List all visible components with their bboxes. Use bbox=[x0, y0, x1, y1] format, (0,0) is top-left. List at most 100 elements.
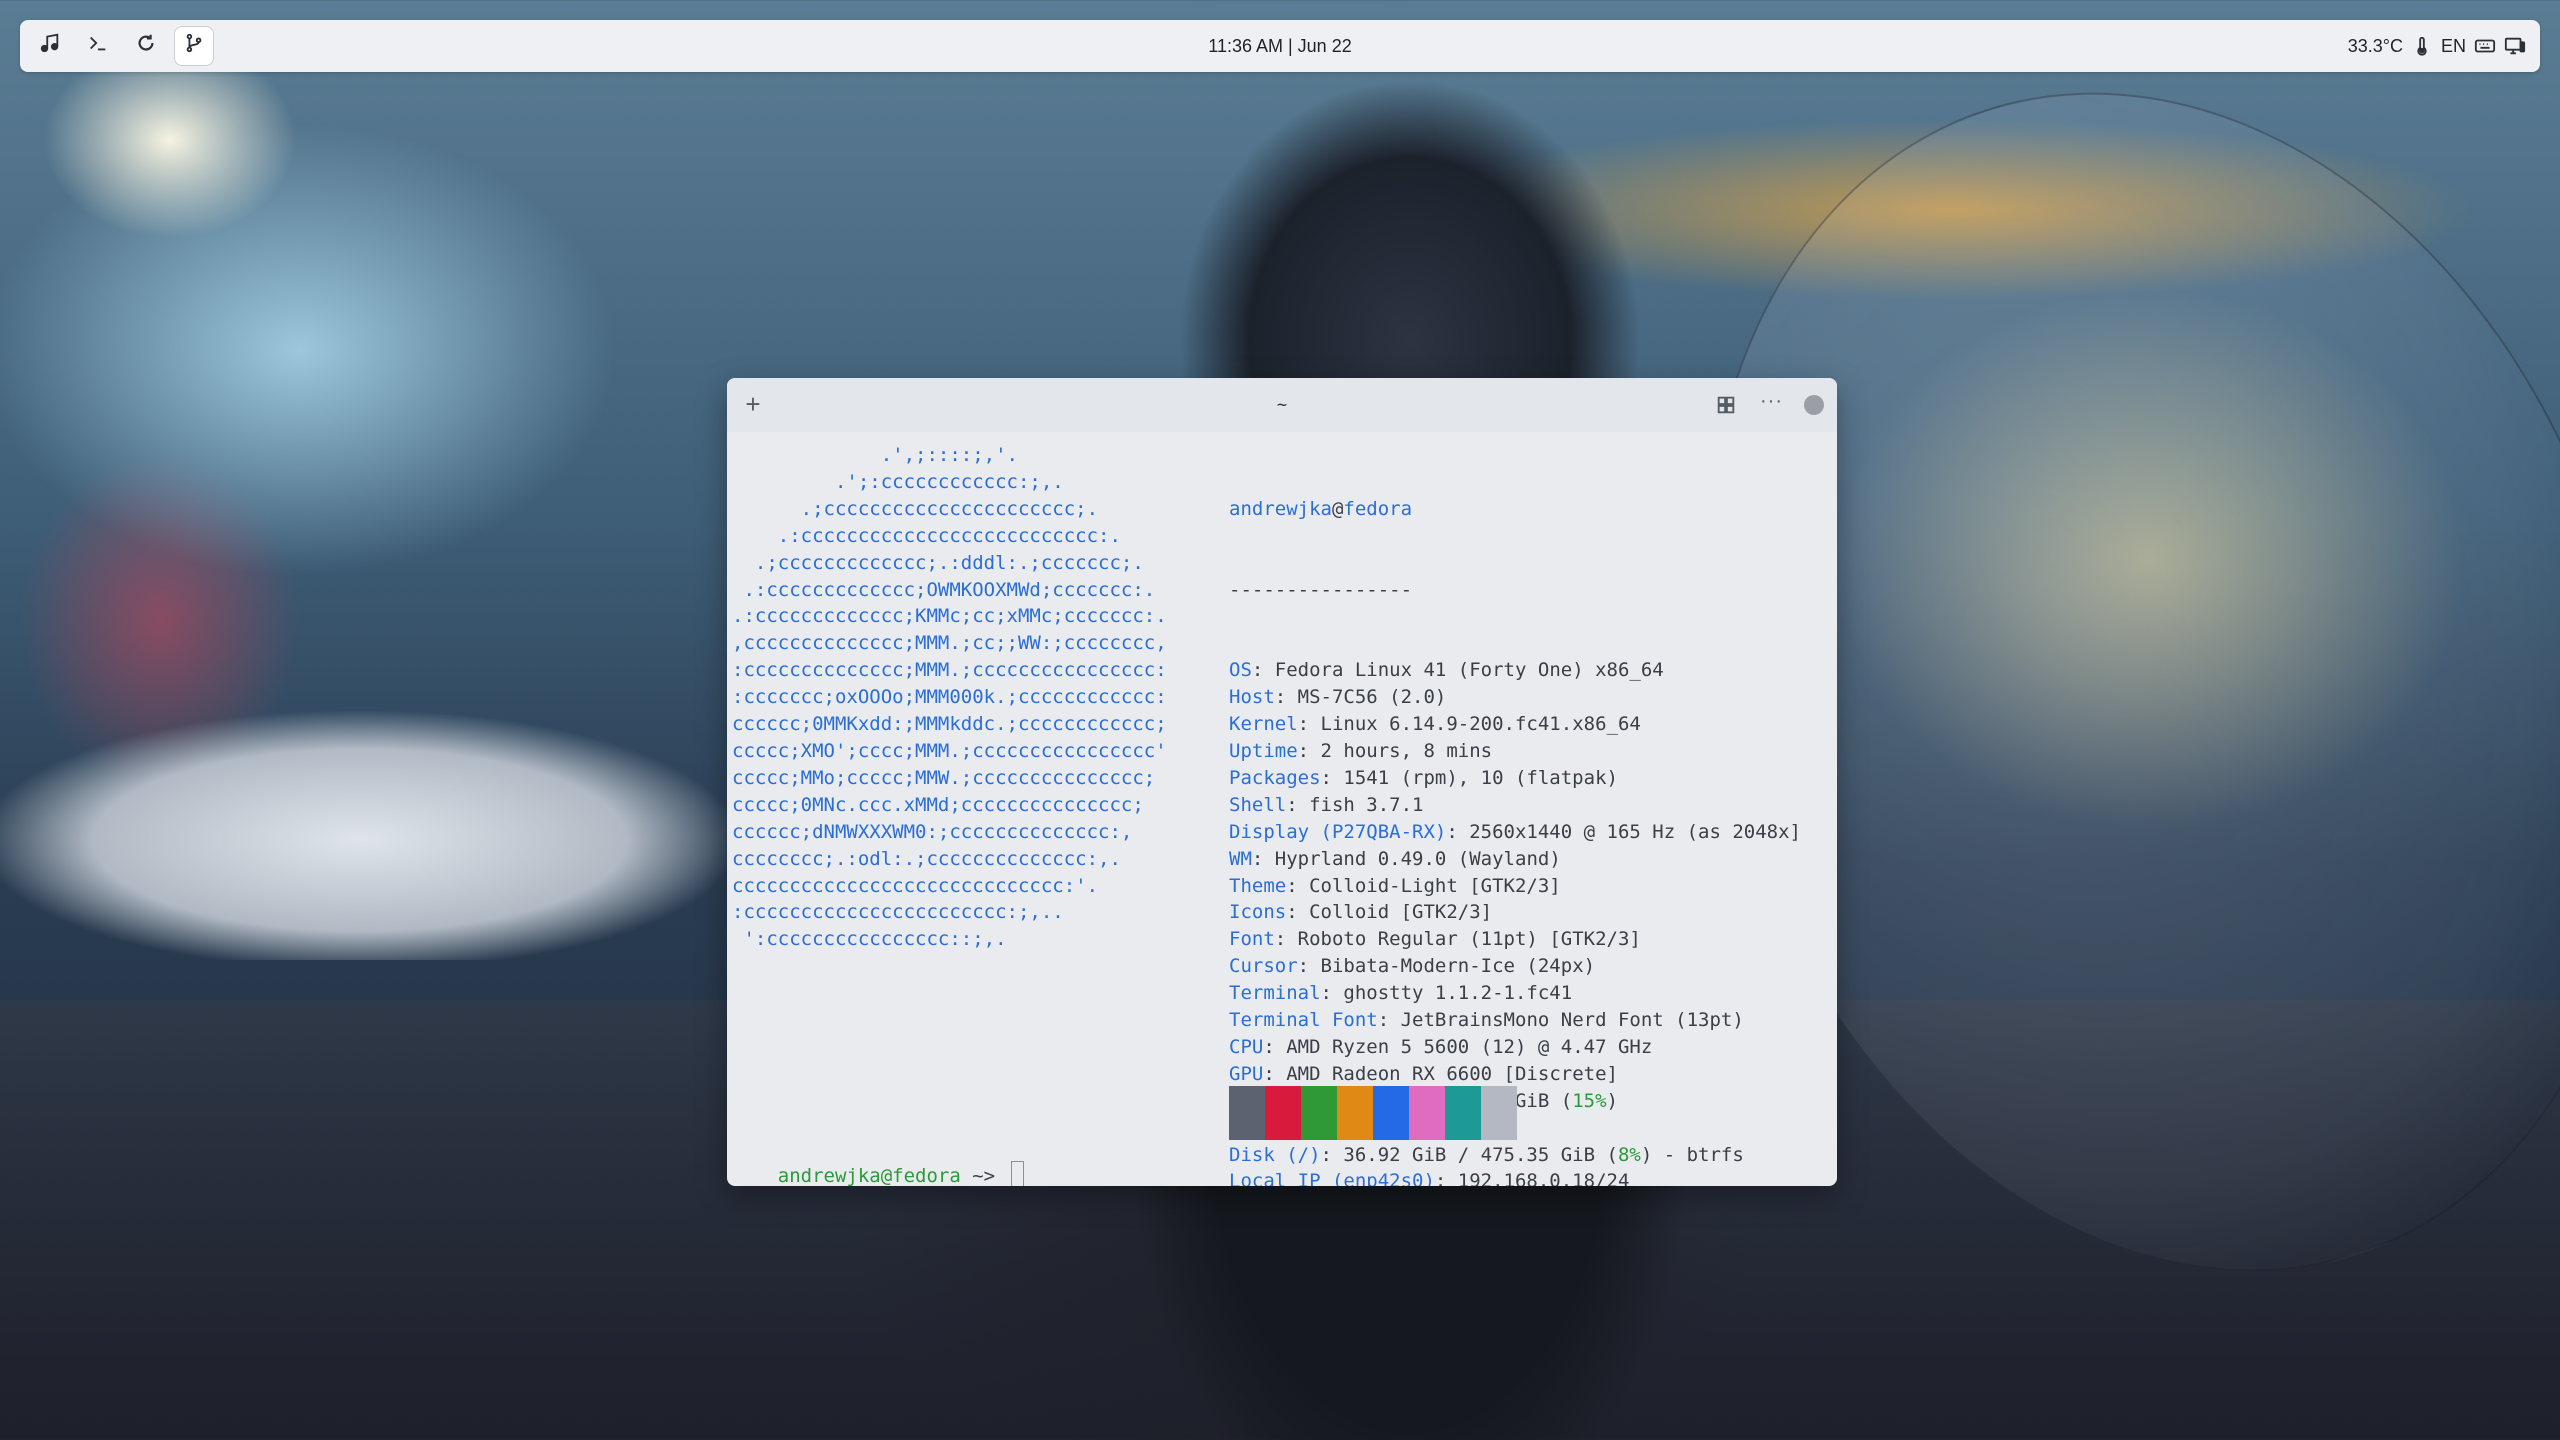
info-row: Packages: 1541 (rpm), 10 (flatpak) bbox=[1229, 765, 1801, 792]
text-cursor bbox=[1010, 1160, 1024, 1186]
refresh-button[interactable] bbox=[126, 26, 166, 66]
top-bar-left bbox=[30, 26, 214, 66]
logo-line: .:ccccccccccccc;OWMKOOXMWd;ccccccc:. bbox=[732, 578, 1156, 601]
info-key: Font bbox=[1229, 928, 1275, 951]
info-key: Terminal bbox=[1229, 982, 1321, 1005]
info-tail: ) - btrfs bbox=[1640, 1143, 1744, 1166]
info-value: Fedora Linux 41 (Forty One) x86_64 bbox=[1274, 659, 1664, 682]
menu-button[interactable]: ··· bbox=[1760, 390, 1783, 413]
info-key: GPU bbox=[1229, 1062, 1264, 1085]
logo-line: ccccc;MMo;ccccc;MMW.;ccccccccccccccc; bbox=[732, 766, 1156, 789]
info-row: Icons: Colloid [GTK2/3] bbox=[1229, 899, 1801, 926]
at-sign: @ bbox=[1331, 497, 1344, 520]
info-row: Uptime: 2 hours, 8 mins bbox=[1229, 738, 1801, 765]
info-value: Colloid-Light [GTK2/3] bbox=[1309, 874, 1561, 897]
info-colon: : bbox=[1274, 686, 1298, 709]
info-row: OS: Fedora Linux 41 (Forty One) x86_64 bbox=[1229, 657, 1801, 684]
display-icon[interactable] bbox=[2504, 35, 2526, 57]
info-row: WM: Hyprland 0.49.0 (Wayland) bbox=[1229, 846, 1801, 873]
info-colon: : bbox=[1320, 1143, 1344, 1166]
logo-line: ccccc;0MNc.ccc.xMMd;ccccccccccccccc; bbox=[732, 793, 1144, 816]
logo-line: .;cccccccccccccccccccccc;. bbox=[732, 497, 1099, 520]
info-row: GPU: AMD Radeon RX 6600 [Discrete] bbox=[1229, 1061, 1801, 1088]
tab-overview-button[interactable] bbox=[1715, 394, 1737, 416]
info-value: AMD Ryzen 5 5600 (12) @ 4.47 GHz bbox=[1286, 1035, 1653, 1058]
palette-swatch bbox=[1265, 1086, 1301, 1140]
info-row: Cursor: Bibata-Modern-Ice (24px) bbox=[1229, 953, 1801, 980]
info-key: Host bbox=[1229, 686, 1275, 709]
info-colon: : bbox=[1263, 1062, 1287, 1085]
grid-icon bbox=[1717, 396, 1735, 414]
terminal-titlebar[interactable]: + ~ ··· bbox=[727, 378, 1837, 432]
info-row: Disk (/): 36.92 GiB / 475.35 GiB (8%) - … bbox=[1229, 1142, 1801, 1169]
fedora-ascii-logo: .',;::::;,'. .';:cccccccccccc:;,. .;cccc… bbox=[732, 442, 1167, 953]
shell-prompt[interactable]: andrewjka@fedora ~> bbox=[732, 1134, 1024, 1186]
music-icon bbox=[39, 32, 61, 60]
logo-line: .:ccccccccccccc;KMMc;cc;xMMc;ccccccc:. bbox=[732, 605, 1167, 628]
info-key: Theme bbox=[1229, 874, 1287, 897]
top-bar: 11:36 AM | Jun 22 33.3°C EN bbox=[20, 20, 2540, 72]
refresh-icon bbox=[135, 32, 157, 60]
user-host-line: andrewjka@fedora bbox=[1229, 496, 1801, 523]
language-indicator[interactable]: EN bbox=[2441, 36, 2466, 57]
info-row: Theme: Colloid-Light [GTK2/3] bbox=[1229, 873, 1801, 900]
info-value: ghostty 1.1.2-1.fc41 bbox=[1343, 982, 1573, 1005]
keyboard-icon[interactable] bbox=[2474, 35, 2496, 57]
info-colon: : bbox=[1286, 874, 1310, 897]
clock: 11:36 AM | Jun 22 bbox=[1208, 36, 1352, 56]
hostname: fedora bbox=[1343, 497, 1413, 520]
info-value: Roboto Regular (11pt) [GTK2/3] bbox=[1297, 928, 1641, 951]
info-key: OS bbox=[1229, 659, 1252, 682]
music-button[interactable] bbox=[30, 26, 70, 66]
logo-line: cccccccc;.:odl:.;cccccccccccccc:,. bbox=[732, 847, 1121, 870]
info-value: 1541 (rpm), 10 (flatpak) bbox=[1343, 766, 1618, 789]
palette-swatch bbox=[1445, 1086, 1481, 1140]
info-colon: : bbox=[1297, 739, 1321, 762]
system-info: andrewjka@fedora ---------------- OS: Fe… bbox=[1229, 442, 1801, 1186]
terminal-window[interactable]: + ~ ··· .',;::::;,'. .';:cccccccccccc:;,… bbox=[727, 378, 1837, 1186]
info-value: Colloid [GTK2/3] bbox=[1309, 901, 1493, 924]
info-colon: : bbox=[1434, 1170, 1458, 1186]
thermometer-icon bbox=[2411, 35, 2433, 57]
logo-line: ':cccccccccccccccc::;,. bbox=[732, 928, 1007, 951]
logo-line: ,cccccccccccccc;MMM.;cc;;WW:;cccccccc, bbox=[732, 632, 1167, 655]
info-colon: : bbox=[1320, 982, 1344, 1005]
palette-swatch bbox=[1481, 1086, 1517, 1140]
logo-line: .';:cccccccccccc:;,. bbox=[732, 470, 1064, 493]
info-key: Disk (/) bbox=[1229, 1143, 1321, 1166]
info-colon: : bbox=[1274, 928, 1298, 951]
temperature-label: 33.3°C bbox=[2347, 35, 2403, 56]
info-key: Packages bbox=[1229, 766, 1321, 789]
info-key: Kernel bbox=[1229, 713, 1298, 736]
more-icon: ··· bbox=[1760, 390, 1783, 412]
logo-line: :ccccccccccccccccccccccc:;,.. bbox=[732, 901, 1064, 924]
color-palette bbox=[1229, 1086, 1517, 1140]
info-row: Host: MS-7C56 (2.0) bbox=[1229, 684, 1801, 711]
palette-swatch bbox=[1229, 1086, 1265, 1140]
close-button[interactable] bbox=[1804, 395, 1824, 415]
git-branch-button[interactable] bbox=[174, 26, 214, 66]
info-key: Shell bbox=[1229, 793, 1287, 816]
terminal-button[interactable] bbox=[78, 26, 118, 66]
info-colon: : bbox=[1297, 713, 1321, 736]
info-key: WM bbox=[1229, 847, 1252, 870]
info-colon: : bbox=[1446, 820, 1470, 843]
palette-swatch bbox=[1301, 1086, 1337, 1140]
info-value: fish 3.7.1 bbox=[1309, 793, 1424, 816]
info-value: Bibata-Modern-Ice (24px) bbox=[1320, 955, 1596, 978]
git-branch-icon bbox=[183, 32, 205, 60]
logo-line: ccccc;XMO';cccc;MMM.;cccccccccccccccc' bbox=[732, 739, 1167, 762]
info-row: Shell: fish 3.7.1 bbox=[1229, 792, 1801, 819]
info-colon: : bbox=[1251, 847, 1275, 870]
info-row: Font: Roboto Regular (11pt) [GTK2/3] bbox=[1229, 926, 1801, 953]
info-key: Display (P27QBA-RX) bbox=[1229, 820, 1447, 843]
palette-swatch bbox=[1373, 1086, 1409, 1140]
info-percent: 15% bbox=[1572, 1089, 1607, 1112]
prompt-path: ~> bbox=[960, 1164, 1007, 1186]
info-key: Local IP (enp42s0) bbox=[1229, 1170, 1435, 1186]
info-colon: : bbox=[1297, 955, 1321, 978]
info-value: JetBrainsMono Nerd Font (13pt) bbox=[1400, 1009, 1744, 1032]
info-colon: : bbox=[1263, 1035, 1287, 1058]
logo-line: :cccccccccccccc;MMM.;cccccccccccccccc: bbox=[732, 659, 1167, 682]
terminal-icon bbox=[87, 32, 109, 60]
